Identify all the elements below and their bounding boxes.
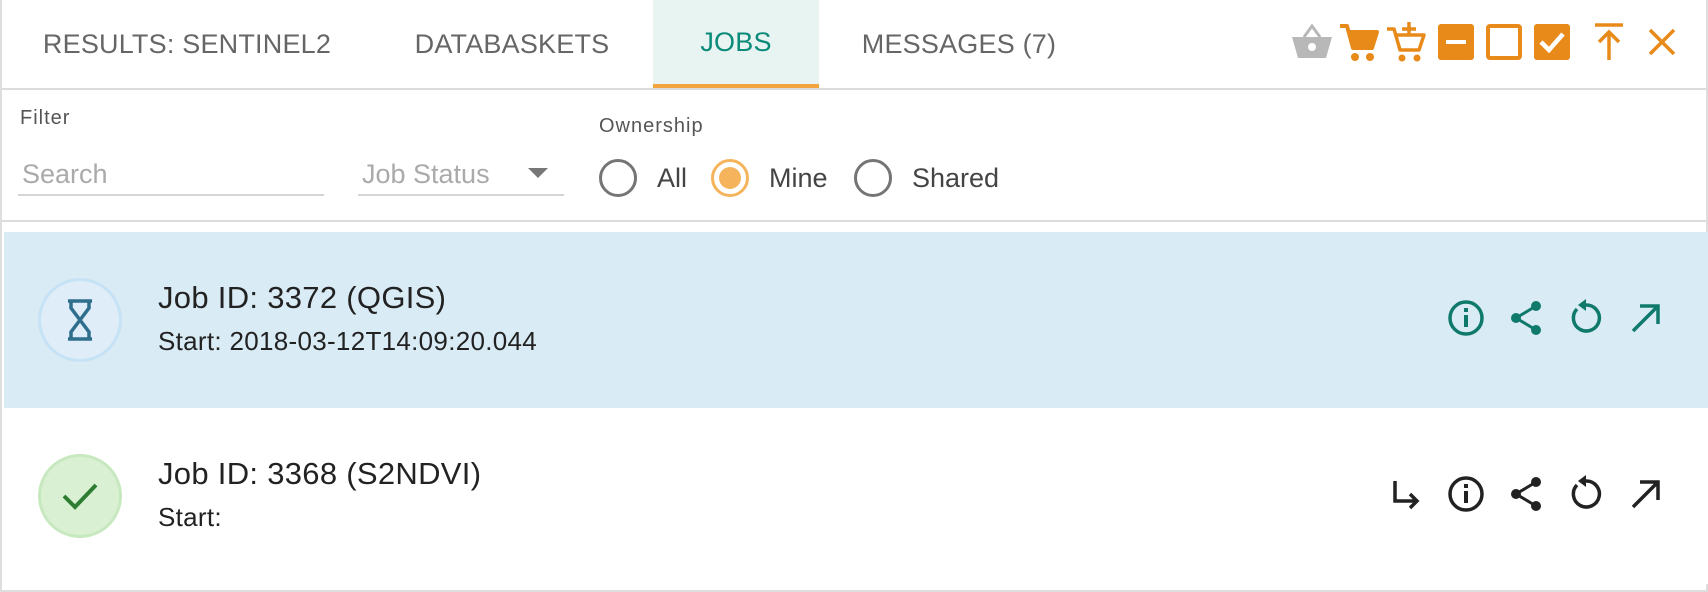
search-field (18, 154, 324, 196)
radio-unchecked-icon (599, 159, 637, 197)
tab-databaskets[interactable]: DATABASKETS (382, 0, 642, 88)
radio-unchecked-icon (854, 159, 892, 197)
info-icon[interactable] (1444, 472, 1488, 516)
share-icon[interactable] (1504, 296, 1548, 340)
job-status-avatar (38, 454, 122, 538)
job-status-placeholder: Job Status (362, 158, 490, 189)
open-external-icon[interactable] (1624, 472, 1668, 516)
jobs-panel: RESULTS: SENTINEL2 DATABASKETS JOBS MESS… (0, 0, 1708, 592)
close-icon[interactable] (1638, 18, 1686, 66)
job-status-select[interactable]: Job Status (358, 154, 564, 196)
ownership-option-label: Shared (912, 162, 1000, 193)
tab-results-sentinel2[interactable]: RESULTS: SENTINEL2 (32, 0, 342, 88)
ownership-radio-mine[interactable]: Mine (711, 154, 828, 202)
job-title: Job ID: 3368 (S2NDVI) (158, 456, 482, 491)
job-row[interactable]: Job ID: 3372 (QGIS) Start: 2018-03-12T14… (4, 232, 1708, 408)
info-icon[interactable] (1444, 296, 1488, 340)
hourglass-icon (68, 299, 92, 341)
job-row[interactable]: Job ID: 3368 (S2NDVI) Start: (4, 408, 1708, 584)
basket-icon (1288, 18, 1336, 66)
search-input[interactable] (18, 158, 324, 190)
share-icon[interactable] (1504, 472, 1548, 516)
filter-bar: Filter Job Status Ownership All Mine Sha… (2, 90, 1708, 222)
tab-messages[interactable]: MESSAGES (7) (854, 0, 1064, 88)
refresh-icon[interactable] (1564, 472, 1608, 516)
filter-label: Filter (20, 107, 71, 129)
check-icon (62, 483, 98, 510)
ownership-label: Ownership (599, 115, 704, 137)
tab-jobs[interactable]: JOBS (653, 0, 819, 88)
job-title: Job ID: 3372 (QGIS) (158, 280, 447, 315)
chevron-down-icon (528, 168, 548, 178)
move-top-icon[interactable] (1585, 18, 1633, 66)
ownership-radio-shared[interactable]: Shared (854, 154, 999, 202)
ownership-option-label: Mine (769, 162, 828, 193)
ownership-radio-all[interactable]: All (599, 154, 687, 202)
job-start-time: Start: (158, 502, 222, 532)
job-start-time: Start: 2018-03-12T14:09:20.044 (158, 326, 538, 356)
tab-bar: RESULTS: SENTINEL2 DATABASKETS JOBS MESS… (2, 0, 1708, 90)
radio-checked-icon (711, 159, 749, 197)
checkbox-icon[interactable] (1528, 18, 1576, 66)
minimize-icon[interactable] (1432, 18, 1480, 66)
output-arrow-icon[interactable] (1384, 472, 1428, 516)
open-external-icon[interactable] (1624, 296, 1668, 340)
cart-add-icon[interactable] (1382, 18, 1430, 66)
ownership-option-label: All (657, 162, 688, 193)
refresh-icon[interactable] (1564, 296, 1608, 340)
restore-icon[interactable] (1480, 18, 1528, 66)
job-status-avatar (38, 278, 122, 362)
cart-icon[interactable] (1335, 18, 1383, 66)
